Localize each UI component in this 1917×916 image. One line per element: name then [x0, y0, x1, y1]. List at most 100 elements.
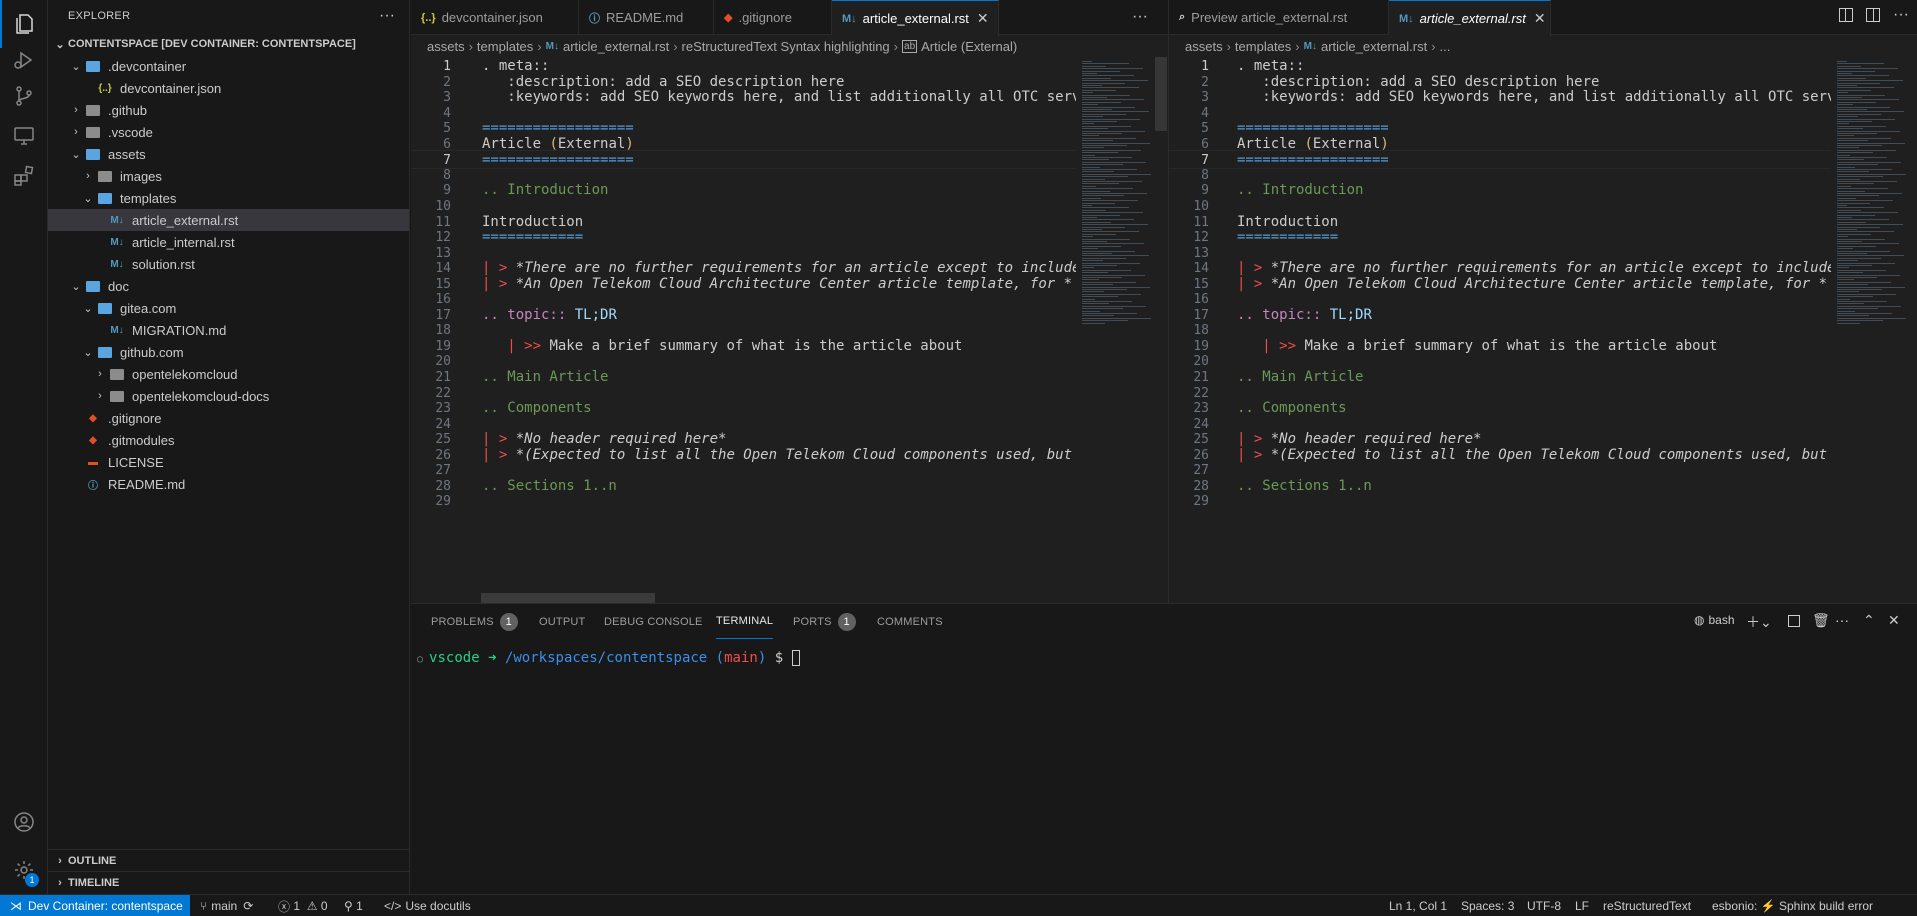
breadcrumb-item[interactable]: templates	[1235, 39, 1291, 54]
explorer-title: EXPLORER	[68, 10, 131, 22]
settings-gear-icon[interactable]: 1	[0, 846, 48, 894]
breadcrumb-item[interactable]: article_external.rst	[563, 39, 669, 54]
tab-comments[interactable]: COMMENTS	[877, 604, 943, 639]
code-area-right[interactable]: 1. meta:: 2 :description: add a SEO descr…	[1169, 57, 1831, 603]
tab-devcontainer-json[interactable]: {..} devcontainer.json	[411, 0, 579, 35]
breadcrumb-item[interactable]: templates	[477, 39, 533, 54]
tree-item[interactable]: ⌄ .devcontainer	[48, 55, 409, 77]
tab-debug-console[interactable]: DEBUG CONSOLE	[604, 604, 703, 639]
cursor-position[interactable]: Ln 1, Col 1	[1389, 895, 1447, 916]
branch-icon: ⑂	[200, 899, 208, 913]
tree-item-label: devcontainer.json	[120, 80, 222, 96]
tree-item[interactable]: {..} devcontainer.json	[48, 77, 409, 99]
timeline-section[interactable]: › TIMELINE	[48, 871, 409, 893]
breadcrumb-item[interactable]: assets	[427, 39, 465, 54]
tree-item[interactable]: ⌄ gitea.com	[48, 297, 409, 319]
language-mode[interactable]: reStructuredText	[1603, 895, 1691, 916]
editor-more-icon[interactable]: ···	[1132, 8, 1148, 26]
tree-item[interactable]: › opentelekomcloud	[48, 363, 409, 385]
explorer-sidebar: EXPLORER ··· ⌄ CONTENTSPACE [DEV CONTAINE…	[48, 0, 410, 894]
rst-file-icon: M↓	[110, 236, 124, 248]
new-terminal-icon[interactable]: ＋⌄	[1746, 612, 1772, 632]
root-label: CONTENTSPACE [DEV CONTAINER: CONTENTSPAC…	[68, 38, 356, 50]
problems-indicator[interactable]: ⓧ 1 ⚠ 0	[278, 895, 328, 916]
outline-section[interactable]: › OUTLINE	[48, 849, 409, 871]
minimap-right[interactable]	[1831, 57, 1915, 603]
tab-terminal[interactable]: TERMINAL	[716, 604, 774, 639]
folder-open-icon	[84, 279, 102, 293]
tab-label: article_external.rst	[1419, 11, 1526, 26]
breadcrumb-item[interactable]: Article (External)	[921, 39, 1017, 54]
line-ending[interactable]: LF	[1575, 895, 1589, 916]
explorer-more-icon[interactable]: ···	[379, 7, 395, 25]
maximize-panel-icon[interactable]: ⌃	[1863, 612, 1875, 629]
code-area-left[interactable]: 1. meta:: 2 :description: add a SEO descr…	[411, 57, 1076, 603]
close-icon[interactable]: ✕	[1534, 10, 1546, 27]
tab-output[interactable]: OUTPUT	[539, 604, 585, 639]
remote-indicator[interactable]: ⋊ Dev Container: contentspace	[0, 895, 190, 916]
tree-item[interactable]: › images	[48, 165, 409, 187]
tab-ports[interactable]: PORTS 1	[793, 604, 856, 639]
encoding[interactable]: UTF-8	[1527, 895, 1561, 916]
editor-more-icon[interactable]: ···	[1893, 6, 1909, 24]
tree-item[interactable]: ▬ LICENSE	[48, 451, 409, 473]
indentation[interactable]: Spaces: 3	[1461, 895, 1514, 916]
tree-item[interactable]: › .github	[48, 99, 409, 121]
tree-item[interactable]: ◆ .gitmodules	[48, 429, 409, 451]
breadcrumb-item[interactable]: reStructuredText Syntax highlighting	[682, 39, 890, 54]
esbonio-status[interactable]: esbonio: ⚡ Sphinx build error	[1712, 895, 1873, 916]
terminal-output[interactable]: ○ vscode ➜ /workspaces/contentspace (mai…	[417, 650, 800, 666]
rst-file-icon: M↓	[110, 258, 124, 270]
horizontal-scrollbar[interactable]	[481, 593, 655, 603]
folder-icon	[84, 125, 102, 139]
breadcrumb-item[interactable]: article_external.rst	[1321, 39, 1427, 54]
terminal-branch: main	[724, 650, 758, 666]
tab-article-external[interactable]: M↓ article_external.rst ✕	[832, 0, 999, 36]
ports-icon: ⚲	[344, 899, 353, 913]
docutils-indicator[interactable]: </> Use docutils	[384, 895, 471, 916]
tree-item[interactable]: M↓ article_internal.rst	[48, 231, 409, 253]
minimap-left[interactable]	[1076, 57, 1160, 603]
tree-item[interactable]: ⌄ templates	[48, 187, 409, 209]
close-icon[interactable]: ✕	[977, 10, 989, 27]
folder-open-icon	[96, 345, 114, 359]
extensions-icon[interactable]	[0, 152, 48, 200]
vertical-scrollbar[interactable]	[1155, 57, 1167, 131]
tree-item-label: .gitignore	[108, 410, 162, 426]
explorer-root-folder[interactable]: ⌄ CONTENTSPACE [DEV CONTAINER: CONTENTSPA…	[48, 33, 409, 55]
ports-indicator[interactable]: ⚲ 1	[344, 895, 363, 916]
folder-icon	[96, 169, 114, 183]
branch-indicator[interactable]: ⑂ main ⟳	[200, 895, 253, 916]
tree-item[interactable]: ⌄ doc	[48, 275, 409, 297]
line-number: 29	[435, 494, 451, 510]
more-icon[interactable]: ···	[1835, 612, 1849, 628]
breadcrumb-item[interactable]: ...	[1440, 39, 1451, 54]
tree-item[interactable]: ◆ .gitignore	[48, 407, 409, 429]
tab-problems[interactable]: PROBLEMS 1	[431, 604, 518, 639]
editor-group-left: {..} devcontainer.json ⓘ README.md ◆ .gitig…	[411, 0, 1168, 603]
close-panel-icon[interactable]: ✕	[1888, 612, 1900, 629]
git-file-icon: ◆	[89, 434, 97, 446]
open-preview-icon[interactable]	[1839, 8, 1853, 22]
split-terminal-icon[interactable]	[1788, 615, 1800, 627]
tree-item[interactable]: › opentelekomcloud-docs	[48, 385, 409, 407]
account-icon[interactable]	[0, 798, 48, 846]
split-editor-icon[interactable]	[1866, 8, 1880, 22]
tab-gitignore[interactable]: ◆ .gitignore	[714, 0, 832, 35]
tab-label: article_external.rst	[862, 11, 969, 26]
chevron-right-icon: ›	[98, 390, 102, 402]
kill-terminal-icon[interactable]: 🗑	[1812, 612, 1830, 629]
tree-item[interactable]: M↓ solution.rst	[48, 253, 409, 275]
terminal-shell-selector[interactable]: ◍ bash	[1694, 613, 1735, 627]
tree-item[interactable]: ⌄ assets	[48, 143, 409, 165]
tree-item[interactable]: ⌄ github.com	[48, 341, 409, 363]
tree-item[interactable]: › .vscode	[48, 121, 409, 143]
folder-open-icon	[96, 191, 114, 205]
tree-item[interactable]: M↓ article_external.rst	[48, 209, 409, 231]
tree-item[interactable]: ⓘ README.md	[48, 473, 409, 495]
tab-preview[interactable]: ⌕ Preview article_external.rst	[1169, 0, 1389, 35]
tab-article-external-right[interactable]: M↓ article_external.rst ✕	[1389, 0, 1551, 36]
tree-item[interactable]: M↓ MIGRATION.md	[48, 319, 409, 341]
breadcrumb-item[interactable]: assets	[1185, 39, 1223, 54]
tab-readme[interactable]: ⓘ README.md	[579, 0, 714, 35]
